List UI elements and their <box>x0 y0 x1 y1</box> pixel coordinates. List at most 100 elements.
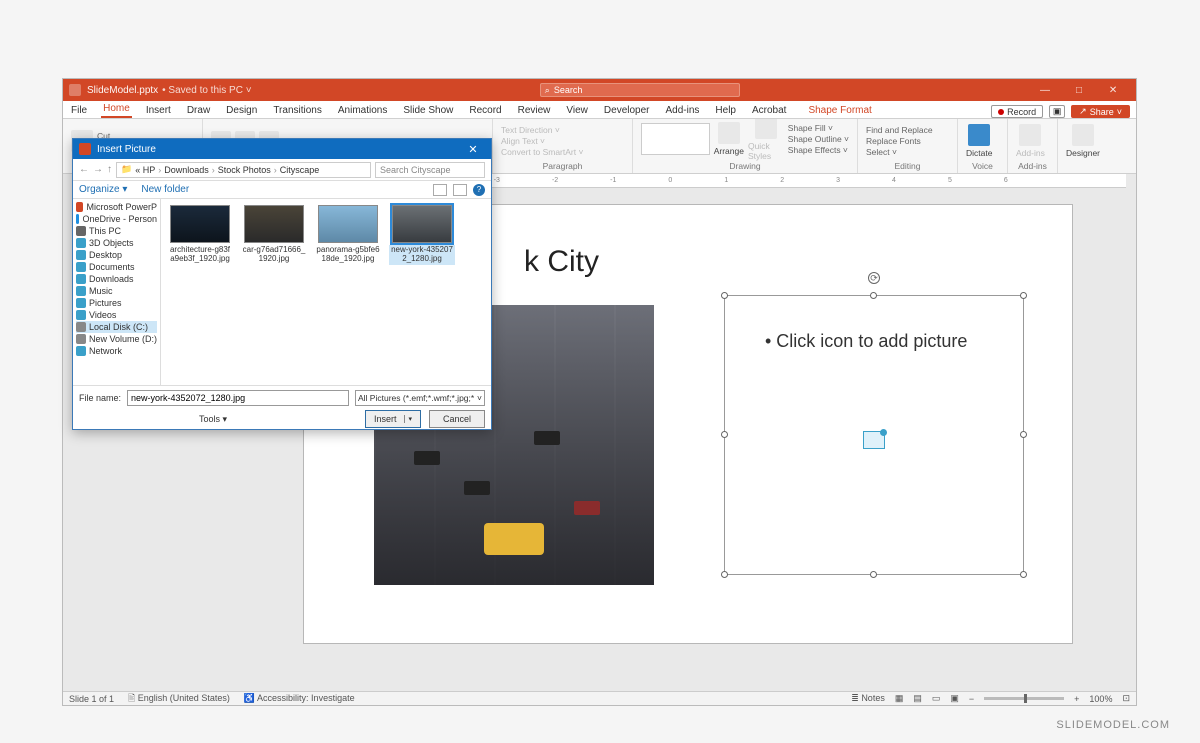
tab-help[interactable]: Help <box>713 103 738 118</box>
slide-counter[interactable]: Slide 1 of 1 <box>69 694 114 704</box>
thumbnail-image <box>244 205 304 243</box>
tab-acrobat[interactable]: Acrobat <box>750 103 788 118</box>
share-button[interactable]: ↗Share ˅ <box>1071 105 1130 118</box>
tools-button[interactable]: Tools ▾ <box>199 414 227 425</box>
resize-handle[interactable] <box>870 292 877 299</box>
folder-icon <box>76 286 86 296</box>
tab-view[interactable]: View <box>564 103 590 118</box>
new-folder-button[interactable]: New folder <box>141 184 189 195</box>
file-thumbnail[interactable]: new-york-4352072_1280.jpg <box>389 205 455 265</box>
tab-review[interactable]: Review <box>516 103 553 118</box>
view-sorter-icon[interactable]: ▤ <box>913 693 922 704</box>
zoom-slider[interactable] <box>984 697 1064 700</box>
tab-design[interactable]: Design <box>224 103 259 118</box>
tree-item[interactable]: 3D Objects <box>76 237 157 249</box>
powerpoint-icon <box>79 143 91 155</box>
view-reading-icon[interactable]: ▭ <box>932 693 941 704</box>
nav-up-button[interactable]: ↑ <box>107 164 112 175</box>
organize-button[interactable]: Organize ▾ <box>79 184 127 195</box>
resize-handle[interactable] <box>721 292 728 299</box>
search-input[interactable]: ⌕ Search <box>540 83 740 97</box>
tree-item[interactable]: Music <box>76 285 157 297</box>
dialog-search-input[interactable]: Search Cityscape <box>375 162 485 178</box>
resize-handle[interactable] <box>870 571 877 578</box>
tree-item[interactable]: Downloads <box>76 273 157 285</box>
zoom-out-button[interactable]: − <box>969 694 974 704</box>
find-replace-button[interactable]: Find and Replace <box>866 125 933 135</box>
resize-handle[interactable] <box>721 571 728 578</box>
present-button[interactable]: ▣ <box>1049 105 1065 118</box>
tree-item[interactable]: New Volume (D:) <box>76 333 157 345</box>
shape-effects-button[interactable]: Shape Effects ˅ <box>788 145 849 155</box>
tab-shape-format[interactable]: Shape Format <box>806 103 873 118</box>
accessibility-status[interactable]: ♿ Accessibility: Investigate <box>244 693 355 704</box>
dictate-button[interactable]: Dictate <box>966 124 992 158</box>
file-thumbnail[interactable]: architecture-g83fa9eb3f_1920.jpg <box>167 205 233 265</box>
tab-insert[interactable]: Insert <box>144 103 173 118</box>
cancel-button[interactable]: Cancel <box>429 410 485 428</box>
view-slideshow-icon[interactable]: ▣ <box>950 693 959 704</box>
resize-handle[interactable] <box>1020 292 1027 299</box>
slide-title[interactable]: k City <box>524 245 599 279</box>
designer-button[interactable]: Designer <box>1066 124 1100 158</box>
arrange-button[interactable]: Arrange <box>714 122 744 156</box>
tab-draw[interactable]: Draw <box>185 103 212 118</box>
tree-item[interactable]: Documents <box>76 261 157 273</box>
insert-button[interactable]: Insert▾ <box>365 410 421 428</box>
resize-handle[interactable] <box>1020 571 1027 578</box>
tab-addins[interactable]: Add-ins <box>664 103 702 118</box>
view-normal-icon[interactable]: ▦ <box>895 693 904 704</box>
tree-item[interactable]: Network <box>76 345 157 357</box>
help-icon[interactable]: ? <box>473 184 485 196</box>
tree-item[interactable]: OneDrive - Person <box>76 213 157 225</box>
dialog-close-button[interactable]: ✕ <box>461 143 485 156</box>
minimize-button[interactable]: — <box>1028 85 1062 96</box>
tree-item[interactable]: Local Disk (C:) <box>76 321 157 333</box>
resize-handle[interactable] <box>721 431 728 438</box>
filetype-select[interactable]: All Pictures (*.emf;*.wmf;*.jpg;*˅ <box>355 390 485 406</box>
tree-item[interactable]: Microsoft PowerP <box>76 201 157 213</box>
dialog-titlebar[interactable]: Insert Picture ✕ <box>73 139 491 159</box>
tab-animations[interactable]: Animations <box>336 103 389 118</box>
file-thumbnail[interactable]: car-g76ad71666_1920.jpg <box>241 205 307 265</box>
notes-button[interactable]: ≣ Notes <box>851 693 885 704</box>
close-button[interactable]: ✕ <box>1096 85 1130 96</box>
tree-item[interactable]: Desktop <box>76 249 157 261</box>
nav-back-button[interactable]: ← <box>79 164 89 175</box>
select-button[interactable]: Select ˅ <box>866 147 933 157</box>
tree-item[interactable]: This PC <box>76 225 157 237</box>
replace-fonts-button[interactable]: Replace Fonts <box>866 136 933 146</box>
save-status[interactable]: • Saved to this PC ˅ <box>162 85 251 96</box>
shape-outline-button[interactable]: Shape Outline ˅ <box>788 134 849 144</box>
tree-item[interactable]: Pictures <box>76 297 157 309</box>
tab-file[interactable]: File <box>69 103 89 118</box>
file-thumbnail[interactable]: panorama-g5bfe618de_1920.jpg <box>315 205 381 265</box>
tab-transitions[interactable]: Transitions <box>271 103 324 118</box>
addins-button[interactable]: Add-ins <box>1016 124 1045 158</box>
preview-pane-button[interactable] <box>453 184 467 196</box>
tab-record[interactable]: Record <box>467 103 503 118</box>
resize-handle[interactable] <box>1020 431 1027 438</box>
maximize-button[interactable]: □ <box>1062 85 1096 96</box>
view-options-button[interactable] <box>433 184 447 196</box>
tree-item[interactable]: Videos <box>76 309 157 321</box>
shape-fill-button[interactable]: Shape Fill ˅ <box>788 123 849 133</box>
picture-icon[interactable] <box>863 431 885 449</box>
tab-home[interactable]: Home <box>101 101 132 118</box>
picture-placeholder[interactable]: ⟳ • Click icon to add picture <box>724 295 1024 575</box>
zoom-in-button[interactable]: + <box>1074 694 1079 704</box>
insert-dropdown[interactable]: ▾ <box>404 415 413 423</box>
fit-button[interactable]: ⊡ <box>1122 693 1130 704</box>
folder-tree[interactable]: Microsoft PowerPOneDrive - PersonThis PC… <box>73 199 161 385</box>
breadcrumb[interactable]: 📁 « HP› Downloads› Stock Photos› Citysca… <box>116 162 371 178</box>
language-status[interactable]: 🖹 English (United States) <box>128 691 230 707</box>
rotate-handle[interactable]: ⟳ <box>868 272 880 284</box>
tab-developer[interactable]: Developer <box>602 103 652 118</box>
tab-slideshow[interactable]: Slide Show <box>401 103 455 118</box>
filename-input[interactable] <box>127 390 349 406</box>
record-button[interactable]: Record <box>991 105 1043 118</box>
zoom-level[interactable]: 100% <box>1089 694 1112 704</box>
nav-forward-button[interactable]: → <box>93 164 103 175</box>
shapes-gallery[interactable] <box>641 123 710 155</box>
file-list[interactable]: architecture-g83fa9eb3f_1920.jpgcar-g76a… <box>161 199 491 385</box>
